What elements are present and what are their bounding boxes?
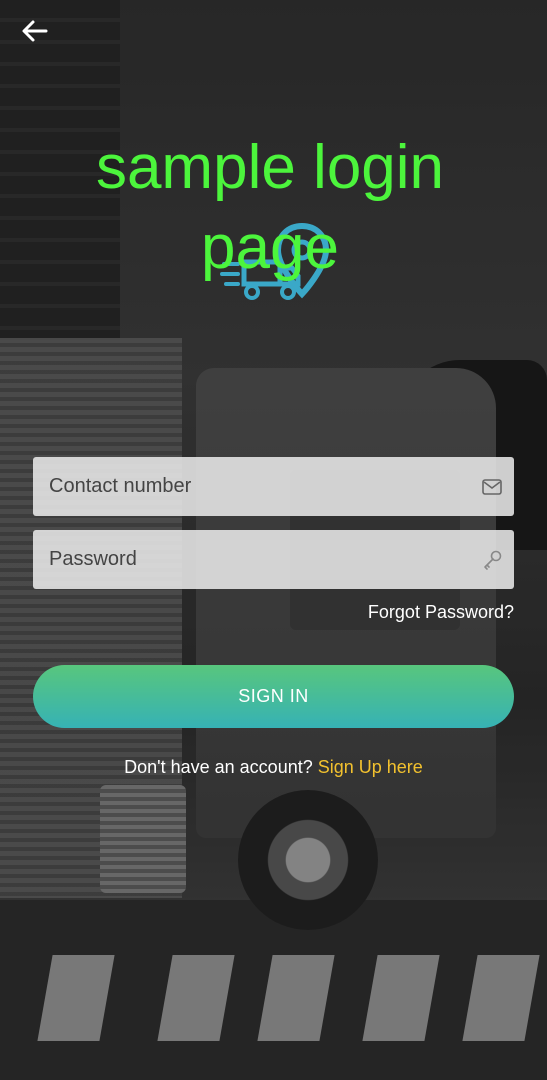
envelope-icon [470,457,514,516]
contact-number-field[interactable] [33,457,514,516]
contact-number-input[interactable] [33,457,470,516]
page-title: sample login page [95,133,445,282]
key-icon [470,530,514,589]
forgot-password-link[interactable]: Forgot Password? [368,602,514,623]
signup-prompt-text: Don't have an account? [124,757,313,777]
arrow-left-icon [22,20,48,42]
sign-up-link[interactable]: Sign Up here [318,757,423,777]
password-input[interactable] [33,530,470,589]
back-button[interactable] [18,16,52,46]
signup-prompt-row: Don't have an account? Sign Up here [0,757,547,778]
password-field[interactable] [33,530,514,589]
sign-in-button[interactable]: SIGN IN [33,665,514,728]
